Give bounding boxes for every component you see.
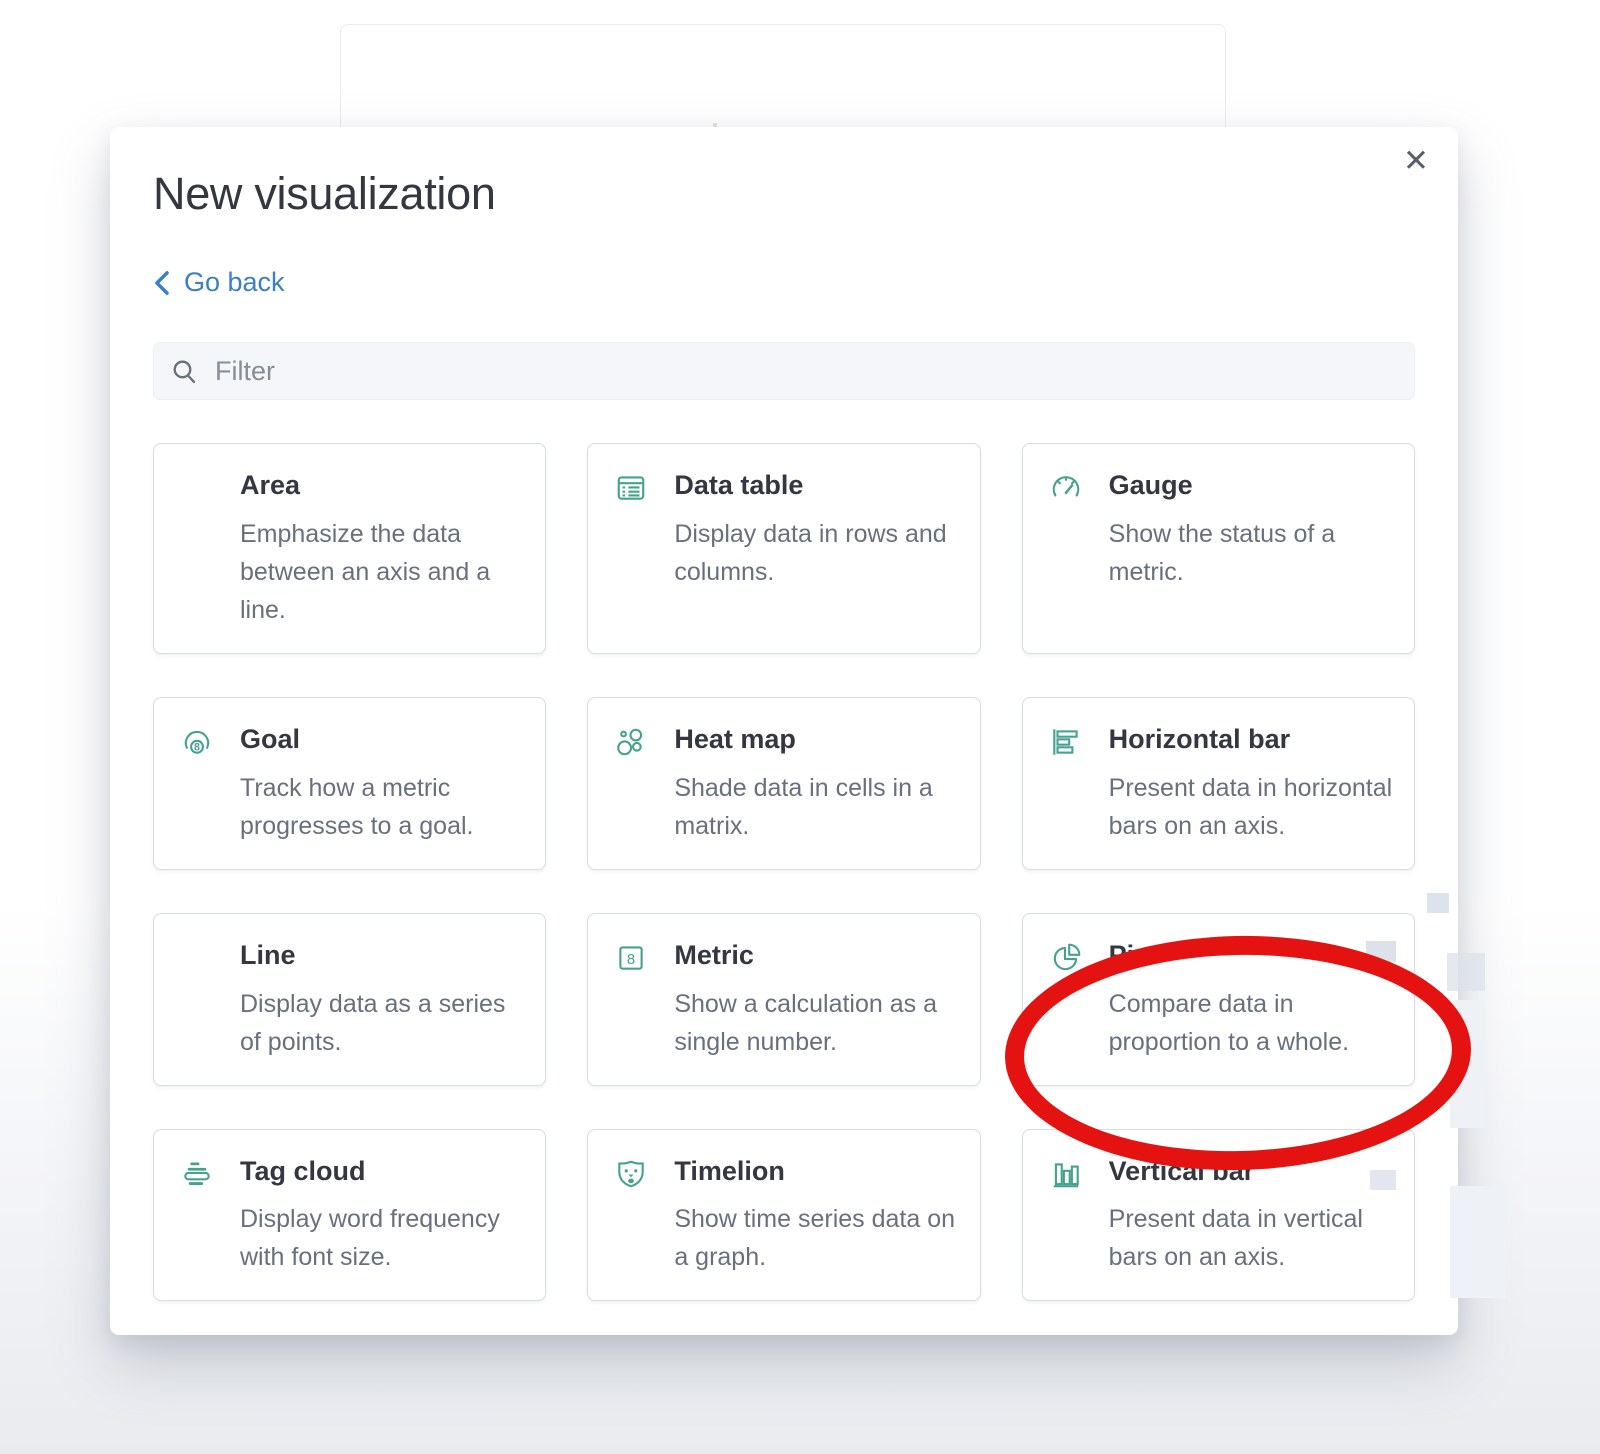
vis-card-description: Display data in rows and columns. (674, 515, 963, 591)
vis-card-title: Metric (674, 940, 963, 972)
vis-card-title: Vertical bar (1109, 1156, 1398, 1188)
vis-card-description: Show the status of a metric. (1109, 515, 1398, 591)
vis-card-description: Show time series data on a graph. (674, 1200, 963, 1276)
vis-card-metric[interactable]: 8 Metric Show a calculation as a single … (587, 913, 980, 1086)
page-background: ✕ New visualization Go back Area Emphasi… (0, 0, 1600, 1454)
vis-card-description: Emphasize the data between an axis and a… (240, 515, 529, 629)
pie-chart-icon (1049, 940, 1085, 1061)
goal-icon: 8 (180, 724, 216, 845)
vis-card-data-table[interactable]: Data table Display data in rows and colu… (587, 443, 980, 654)
vis-card-timelion[interactable]: Timelion Show time series data on a grap… (587, 1129, 980, 1302)
go-back-label: Go back (184, 267, 285, 298)
vis-card-description: Display data as a series of points. (240, 985, 529, 1061)
filter-search-box (153, 342, 1415, 400)
vis-card-title: Horizontal bar (1109, 724, 1398, 756)
background-watermark (1450, 1186, 1506, 1298)
vis-card-description: Display word frequency with font size. (240, 1200, 529, 1276)
vis-card-vertical-bar[interactable]: Vertical bar Present data in vertical ba… (1022, 1129, 1415, 1302)
vis-card-gauge[interactable]: Gauge Show the status of a metric. (1022, 443, 1415, 654)
svg-text:8: 8 (627, 952, 635, 968)
vis-card-title: Timelion (674, 1156, 963, 1188)
vis-card-description: Track how a metric progresses to a goal. (240, 769, 529, 845)
vis-card-heat-map[interactable]: Heat map Shade data in cells in a matrix… (587, 697, 980, 870)
vertical-bar-icon (1049, 1156, 1085, 1277)
vis-card-pie[interactable]: Pie Compare data in proportion to a whol… (1022, 913, 1415, 1086)
vis-card-description: Present data in vertical bars on an axis… (1109, 1200, 1398, 1276)
vis-card-title: Area (240, 470, 529, 502)
timelion-icon (614, 1156, 650, 1277)
vis-card-title: Data table (674, 470, 963, 502)
vis-card-title: Line (240, 940, 529, 972)
vis-card-area[interactable]: Area Emphasize the data between an axis … (153, 443, 546, 654)
vis-card-line[interactable]: Line Display data as a series of points. (153, 913, 546, 1086)
vis-card-goal[interactable]: 8 Goal Track how a metric progresses to … (153, 697, 546, 870)
close-icon: ✕ (1403, 143, 1429, 178)
vis-card-description: Shade data in cells in a matrix. (674, 769, 963, 845)
svg-text:8: 8 (194, 741, 200, 753)
gauge-icon (1049, 470, 1085, 629)
tag-cloud-icon (180, 1156, 216, 1277)
vis-card-title: Gauge (1109, 470, 1398, 502)
vis-card-description: Compare data in proportion to a whole. (1109, 985, 1398, 1061)
vis-card-description: Present data in horizontal bars on an ax… (1109, 769, 1398, 845)
chevron-left-icon (153, 270, 171, 296)
search-icon (171, 358, 198, 385)
vis-card-horizontal-bar[interactable]: Horizontal bar Present data in horizonta… (1022, 697, 1415, 870)
close-button[interactable]: ✕ (1396, 141, 1436, 181)
vis-card-tag-cloud[interactable]: Tag cloud Display word frequency with fo… (153, 1129, 546, 1302)
vis-card-title: Goal (240, 724, 529, 756)
line-chart-icon (180, 940, 216, 1061)
heat-map-icon (614, 724, 650, 845)
filter-input[interactable] (213, 355, 1397, 388)
vis-card-title: Heat map (674, 724, 963, 756)
vis-card-title: Pie (1109, 940, 1398, 972)
modal-title: New visualization (153, 167, 1415, 221)
vis-card-title: Tag cloud (240, 1156, 529, 1188)
vis-grid: Area Emphasize the data between an axis … (153, 443, 1415, 1301)
go-back-link[interactable]: Go back (153, 267, 285, 298)
metric-icon: 8 (614, 940, 650, 1061)
new-visualization-modal: ✕ New visualization Go back Area Emphasi… (110, 127, 1458, 1335)
data-table-icon (614, 470, 650, 629)
area-chart-icon (180, 470, 216, 629)
horizontal-bar-icon (1049, 724, 1085, 845)
vis-card-description: Show a calculation as a single number. (674, 985, 963, 1061)
